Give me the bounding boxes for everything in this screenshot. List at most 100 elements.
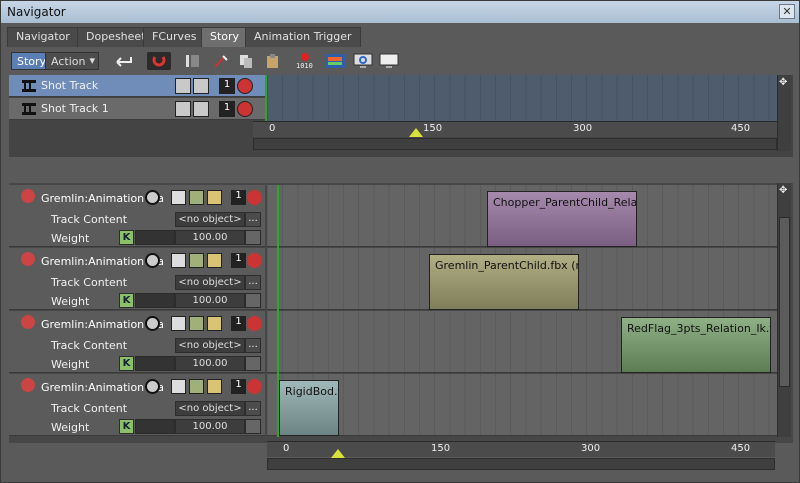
track-number-icon[interactable]: 1 (231, 379, 246, 394)
tracks-vertical-scrollbar[interactable]: ✥ (777, 183, 791, 437)
track-number-icon[interactable]: 1 (231, 190, 246, 205)
lock-icon[interactable] (193, 101, 209, 117)
lock-icon[interactable] (193, 78, 209, 94)
animation-track-row[interactable]: Gremlin:Animation Tra 1 Track Content <n… (9, 374, 265, 436)
shot-horizontal-scrollbar[interactable] (253, 138, 777, 150)
solo-icon[interactable] (175, 101, 191, 117)
solo-icon[interactable] (175, 78, 191, 94)
monitor-icon[interactable] (377, 52, 401, 70)
weight-lock-button[interactable] (245, 230, 261, 245)
mute-icon[interactable] (247, 316, 262, 331)
shot-timeline-area[interactable] (267, 75, 777, 121)
track-timeline-lane[interactable]: RigidBod.fb (267, 374, 777, 436)
track-timeline-lane[interactable]: Gremlin_ParentChild.fbx (read (267, 248, 777, 310)
browse-button[interactable]: ... (245, 401, 261, 416)
magnet-icon[interactable] (147, 52, 171, 70)
track-content-field[interactable]: <no object> (175, 275, 245, 290)
browse-button[interactable]: ... (245, 338, 261, 353)
action-mode-dropdown[interactable]: Action ▾ (45, 52, 99, 70)
layers-icon[interactable] (171, 190, 186, 205)
weight-slider[interactable] (135, 293, 175, 308)
mute-icon[interactable] (247, 379, 262, 394)
time-marker-icon[interactable] (409, 128, 423, 137)
move-icon[interactable]: ✥ (779, 185, 787, 196)
track-number-icon[interactable]: 1 (219, 101, 235, 117)
time-marker-icon[interactable] (331, 449, 345, 458)
circle-icon[interactable] (145, 316, 160, 331)
eye-icon[interactable] (189, 253, 204, 268)
story-clip[interactable]: Chopper_ParentChild_Relation (487, 191, 637, 247)
playhead-line[interactable] (277, 185, 279, 437)
weight-lock-button[interactable] (245, 419, 261, 434)
animation-track-row[interactable]: Gremlin:Animation Tra 1 Track Content <n… (9, 185, 265, 247)
key-icon[interactable] (207, 379, 222, 394)
eye-icon[interactable] (189, 316, 204, 331)
tab-story[interactable]: Story (201, 27, 249, 47)
tab-navigator[interactable]: Navigator (7, 27, 79, 47)
weight-slider[interactable] (135, 356, 175, 371)
circle-icon[interactable] (145, 379, 160, 394)
track-content-field[interactable]: <no object> (175, 401, 245, 416)
tracks-horizontal-scrollbar[interactable] (267, 458, 775, 470)
track-timeline-lane[interactable]: RedFlag_3pts_Relation_Ik.fbx (267, 311, 777, 373)
weight-slider[interactable] (135, 419, 175, 434)
weight-field[interactable]: 100.00 (175, 230, 245, 245)
monitor-refresh-icon[interactable] (351, 52, 375, 70)
return-icon[interactable] (113, 52, 137, 70)
layers-icon[interactable] (171, 253, 186, 268)
animation-track-row[interactable]: Gremlin:Animation Tra 1 Track Content <n… (9, 248, 265, 310)
browse-button[interactable]: ... (245, 212, 261, 227)
shot-vertical-scrollbar[interactable]: ✥ (777, 75, 791, 151)
key-icon[interactable] (207, 190, 222, 205)
track-number-icon[interactable]: 1 (219, 78, 235, 94)
record-binary-icon[interactable]: 1010 (293, 52, 317, 70)
render-icon[interactable] (323, 52, 347, 70)
track-number-icon[interactable]: 1 (231, 316, 246, 331)
circle-icon[interactable] (145, 190, 160, 205)
mute-icon[interactable] (237, 101, 253, 117)
tracks-timeline-ruler[interactable]: 0 150 300 450 (267, 441, 775, 458)
mute-icon[interactable] (247, 253, 262, 268)
circle-icon[interactable] (145, 253, 160, 268)
weight-lock-button[interactable] (245, 293, 261, 308)
track-number-icon[interactable]: 1 (231, 253, 246, 268)
track-content-field[interactable]: <no object> (175, 338, 245, 353)
weight-field[interactable]: 100.00 (175, 293, 245, 308)
shot-track-row[interactable]: Shot Track 1 (9, 75, 265, 97)
track-content-field[interactable]: <no object> (175, 212, 245, 227)
track-timeline-lane[interactable]: Chopper_ParentChild_Relation (267, 185, 777, 247)
eye-icon[interactable] (189, 190, 204, 205)
browse-button[interactable]: ... (245, 275, 261, 290)
shot-track-row[interactable]: Shot Track 1 1 (9, 98, 265, 120)
weight-slider[interactable] (135, 230, 175, 245)
scroll-thumb[interactable] (779, 217, 790, 387)
close-icon[interactable]: ✕ (779, 4, 795, 19)
eye-icon[interactable] (189, 379, 204, 394)
story-clip[interactable]: RedFlag_3pts_Relation_Ik.fbx (621, 317, 771, 373)
move-icon[interactable]: ✥ (779, 77, 787, 88)
paste-icon[interactable] (261, 52, 285, 70)
track-content-label: Track Content (51, 276, 128, 289)
tab-fcurves[interactable]: FCurves (143, 27, 206, 47)
layers-icon[interactable] (171, 379, 186, 394)
mute-icon[interactable] (247, 190, 262, 205)
mute-icon[interactable] (237, 78, 253, 94)
key-button[interactable]: K (119, 356, 134, 371)
key-icon[interactable] (207, 253, 222, 268)
key-button[interactable]: K (119, 293, 134, 308)
weight-lock-button[interactable] (245, 356, 261, 371)
cut-track-icon[interactable] (181, 52, 205, 70)
key-button[interactable]: K (119, 419, 134, 434)
animation-track-row[interactable]: Gremlin:Animation Tra 1 Track Content <n… (9, 311, 265, 373)
key-button[interactable]: K (119, 230, 134, 245)
story-clip[interactable]: Gremlin_ParentChild.fbx (read (429, 254, 579, 310)
key-icon[interactable] (207, 316, 222, 331)
copy-icon[interactable] (235, 52, 259, 70)
weight-field[interactable]: 100.00 (175, 419, 245, 434)
weight-field[interactable]: 100.00 (175, 356, 245, 371)
tab-animation-trigger[interactable]: Animation Trigger (245, 27, 361, 47)
razor-icon[interactable] (209, 52, 233, 70)
story-clip[interactable]: RigidBod.fb (279, 380, 339, 436)
shot-timeline-ruler[interactable]: 0 150 300 450 (253, 121, 777, 137)
layers-icon[interactable] (171, 316, 186, 331)
